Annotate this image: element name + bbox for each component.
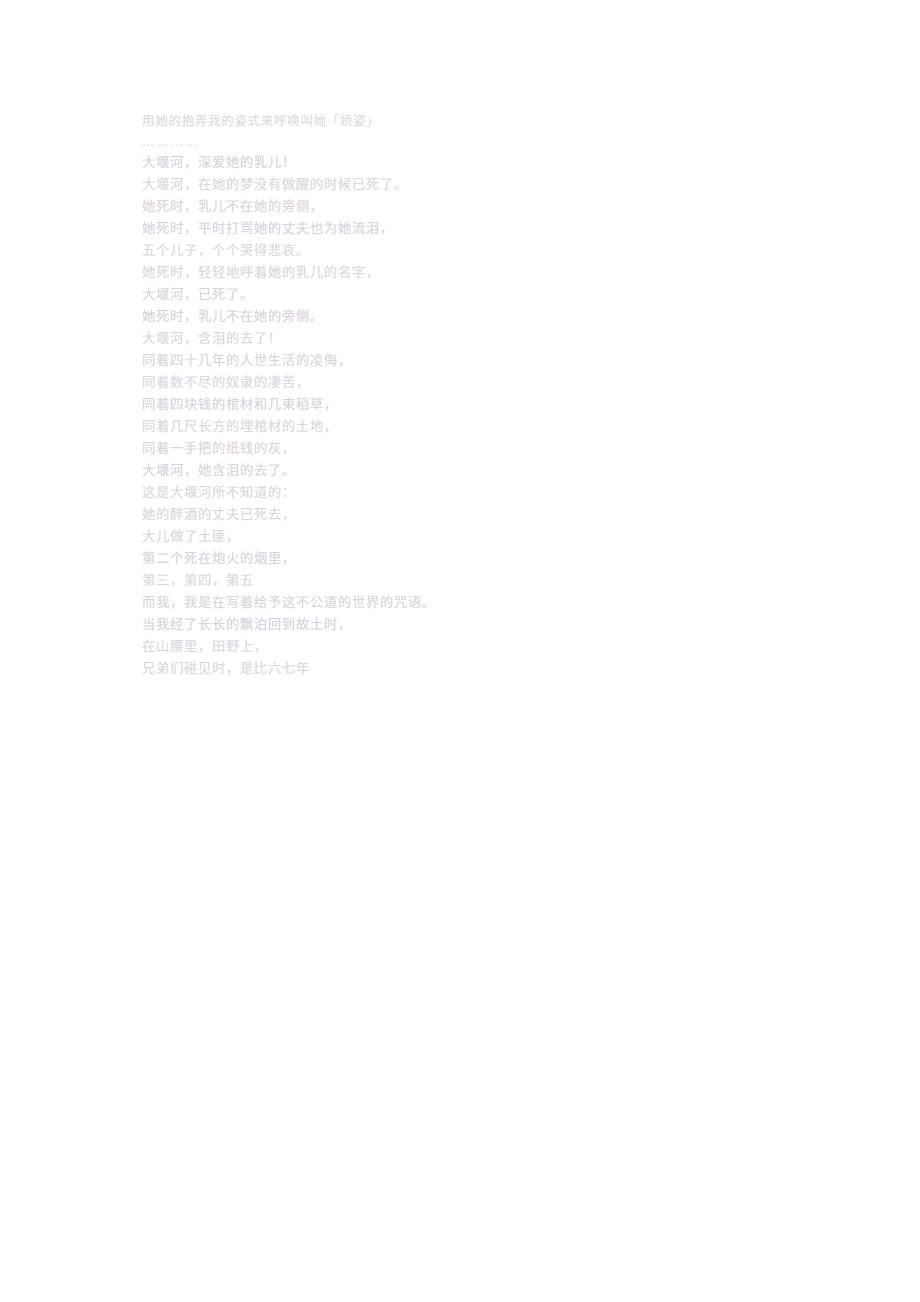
text-line: 当我经了长长的飘泊回到故土时， <box>142 618 352 633</box>
text-line: 她死时，乳儿不在她的旁侧。 <box>142 310 324 325</box>
text-line: 第三，第四，第五 <box>142 574 254 589</box>
text-line: 大堰河，在她的梦没有做醒的时候已死了。 <box>142 178 408 193</box>
text-line: 大儿做了土匪， <box>142 530 240 545</box>
text-line: 兄弟们碰见时，是比六七年 <box>142 662 310 677</box>
text-line: 大堰河，已死了。 <box>142 288 254 303</box>
text-line: 同着四块钱的棺材和几束稻草， <box>142 398 338 413</box>
text-line: 大堰河，含泪的去了！ <box>142 332 282 347</box>
text-line: 大堰河，她含泪的去了。 <box>142 464 296 479</box>
text-line: 在山腰里，田野上， <box>142 640 268 655</box>
text-line: 她死时，乳儿不在她的旁侧， <box>142 200 324 215</box>
text-line: 用她的抱弄我的姿式来呼唤叫她「娇姿」 <box>142 113 380 128</box>
text-line: 而我，我是在写着给予这不公道的世界的咒语。 <box>142 596 436 611</box>
text-line: 第二个死在炮火的烟里， <box>142 552 296 567</box>
text-line: 同着数不尽的奴隶的凄苦， <box>142 376 310 391</box>
document-page: 用她的抱弄我的姿式来呼唤叫她「娇姿」 ………… 大堰河，深爱她的乳儿！ 大堰河，… <box>0 0 920 1302</box>
text-line: 同着四十几年的人世生活的凌侮， <box>142 354 352 369</box>
text-line: 她的醉酒的丈夫已死去， <box>142 508 296 523</box>
text-line-ellipsis: ………… <box>142 135 201 149</box>
text-line: 她死时，平时打骂她的丈夫也为她流泪， <box>142 222 394 237</box>
text-line: 五个儿子，个个哭得悲哀。 <box>142 244 310 259</box>
text-line: 同着一手把的纸钱的灰， <box>142 442 296 457</box>
text-line: 同着几尺长方的埋棺材的土地， <box>142 420 338 435</box>
poem-text-block: 用她的抱弄我的姿式来呼唤叫她「娇姿」 ………… 大堰河，深爱她的乳儿！ 大堰河，… <box>142 110 782 681</box>
text-line: 这是大堰河所不知道的： <box>142 486 296 501</box>
text-line: 她死时，轻轻地呼着她的乳儿的名字， <box>142 266 380 281</box>
text-line: 大堰河，深爱她的乳儿！ <box>142 156 296 171</box>
